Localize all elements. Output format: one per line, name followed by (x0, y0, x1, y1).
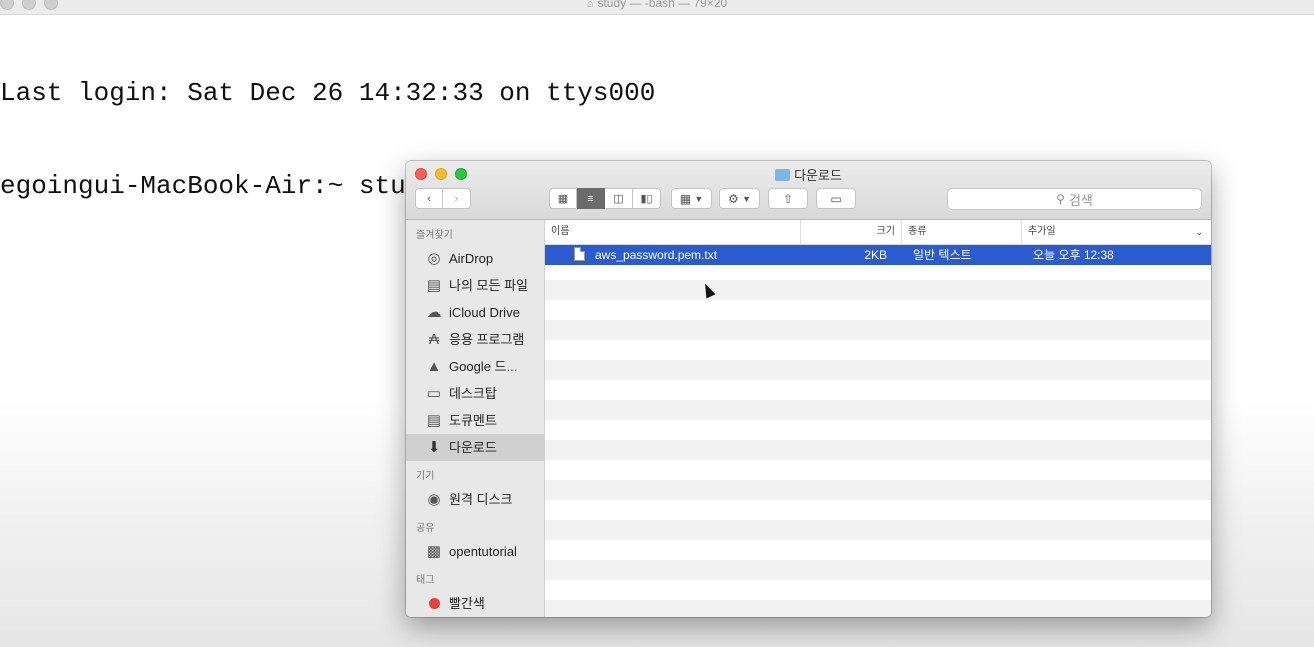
search-input[interactable]: ⚲ 검색 (947, 188, 1202, 210)
sidebar-item-applications[interactable]: ₳ 응용 프로그램 (406, 326, 544, 353)
column-header-date-added[interactable]: 추가일 ⌄ (1022, 220, 1211, 244)
sidebar-item-airdrop[interactable]: ◎ AirDrop (406, 245, 544, 272)
computer-icon: ▩ (426, 543, 442, 560)
sidebar-section-tags: 태그 (416, 575, 435, 586)
cover-flow-button[interactable]: ▮▯ (633, 188, 661, 209)
home-icon: ⌂ (586, 0, 594, 10)
tag-icon: ▭ (830, 191, 842, 206)
google-drive-icon: ▲ (426, 358, 442, 375)
finder-toolbar: 다운로드 ‹ › ▦ ≡ ◫ ▮▯ ▦ ▼ ⚙ ▼ ⇧ ▭ ⚲ 검색 (406, 161, 1211, 220)
finder-window: 다운로드 ‹ › ▦ ≡ ◫ ▮▯ ▦ ▼ ⚙ ▼ ⇧ ▭ ⚲검색 즐겨찾기 (406, 161, 1211, 617)
list-view-button[interactable]: ≡ (577, 188, 605, 209)
cover-flow-icon: ▮▯ (640, 193, 653, 205)
file-size: 2KB (864, 248, 887, 262)
text-file-icon (574, 247, 585, 261)
terminal-titlebar: ⌂ study — -bash — 79×20 (0, 0, 1314, 15)
columns-icon: ◫ (613, 193, 624, 205)
sidebar-item-icloud-drive[interactable]: ☁ iCloud Drive (406, 299, 544, 326)
file-kind: 일반 텍스트 (913, 248, 972, 262)
cloud-icon: ☁ (426, 304, 442, 321)
grid-icon: ▦ (557, 193, 569, 205)
column-view-button[interactable]: ◫ (605, 188, 633, 209)
disc-icon: ◉ (427, 491, 441, 508)
chevron-left-icon: ‹ (427, 192, 431, 205)
applications-icon: ₳ (428, 331, 439, 348)
finder-sidebar: 즐겨찾기 ◎ AirDrop ▤ 나의 모든 파일 ☁ iCloud Drive ₳ 응… (406, 220, 545, 617)
downloads-icon: ⬇ (427, 439, 441, 456)
back-button[interactable]: ‹ (415, 188, 443, 209)
column-headers: 이름 크기 종류 추가일 ⌄ (545, 220, 1211, 245)
terminal-prompt: egoingui-MacBook-Air:~ study$ (0, 171, 469, 201)
share-button[interactable]: ⇧ (768, 188, 808, 209)
column-header-name[interactable]: 이름 (545, 220, 801, 244)
gear-icon: ⚙ (727, 191, 739, 206)
forward-button[interactable]: › (443, 188, 471, 209)
arrange-icon: ▦ (679, 191, 692, 206)
column-header-size[interactable]: 크기 (801, 220, 902, 244)
finder-title: 다운로드 (406, 165, 1211, 184)
terminal-line: Last login: Sat Dec 26 14:32:33 on ttys0… (0, 78, 656, 108)
icon-view-button[interactable]: ▦ (549, 188, 577, 209)
search-icon: ⚲ (1056, 192, 1065, 206)
arrange-button[interactable]: ▦ ▼ (671, 188, 712, 209)
sidebar-item-remote-disc[interactable]: ◉ 원격 디스크 (406, 486, 544, 513)
all-files-icon: ▤ (426, 277, 442, 294)
sidebar-item-tag-red[interactable]: 빨간색 (406, 590, 544, 617)
table-row[interactable]: aws_password.pem.txt 2KB 일반 텍스트 오늘 오후 12… (545, 245, 1211, 265)
chevron-down-icon: ▼ (742, 193, 752, 204)
sidebar-item-documents[interactable]: ▤ 도큐멘트 (406, 407, 544, 434)
desktop-icon: ▭ (426, 385, 442, 402)
sidebar-item-opentutorial[interactable]: ▩ opentutorial (406, 538, 544, 565)
sidebar-item-google-drive[interactable]: ▲ Google 드... (406, 353, 544, 380)
sidebar-item-all-files[interactable]: ▤ 나의 모든 파일 (406, 272, 544, 299)
chevron-down-icon: ▼ (694, 193, 704, 204)
sidebar-item-downloads[interactable]: ⬇ 다운로드 (406, 434, 544, 461)
folder-icon (775, 169, 791, 181)
sidebar-section-devices: 기기 (416, 471, 435, 482)
sidebar-item-desktop[interactable]: ▭ 데스크탑 (406, 380, 544, 407)
documents-icon: ▤ (426, 412, 442, 429)
action-button[interactable]: ⚙ ▼ (719, 188, 760, 209)
view-mode-buttons: ▦ ≡ ◫ ▮▯ (549, 188, 661, 209)
chevron-right-icon: › (454, 192, 459, 205)
nav-buttons: ‹ › (415, 188, 471, 209)
tags-button[interactable]: ▭ (816, 188, 856, 209)
file-list: 이름 크기 종류 추가일 ⌄ aws_password.pem.txt 2KB 일… (545, 220, 1211, 617)
sidebar-section-favorites: 즐겨찾기 (416, 230, 453, 241)
sidebar-section-shared: 공유 (416, 523, 435, 534)
file-rows: aws_password.pem.txt 2KB 일반 텍스트 오늘 오후 12… (545, 245, 1211, 265)
share-icon: ⇧ (782, 191, 794, 206)
column-header-kind[interactable]: 종류 (902, 220, 1022, 244)
list-icon: ≡ (587, 192, 594, 205)
terminal-title: ⌂ study — -bash — 79×20 (586, 0, 728, 10)
file-name: aws_password.pem.txt (595, 248, 718, 262)
chevron-down-icon: ⌄ (1195, 227, 1203, 237)
red-tag-icon (424, 594, 444, 614)
airdrop-icon: ◎ (427, 250, 441, 267)
file-date-added: 오늘 오후 12:38 (1033, 248, 1114, 262)
